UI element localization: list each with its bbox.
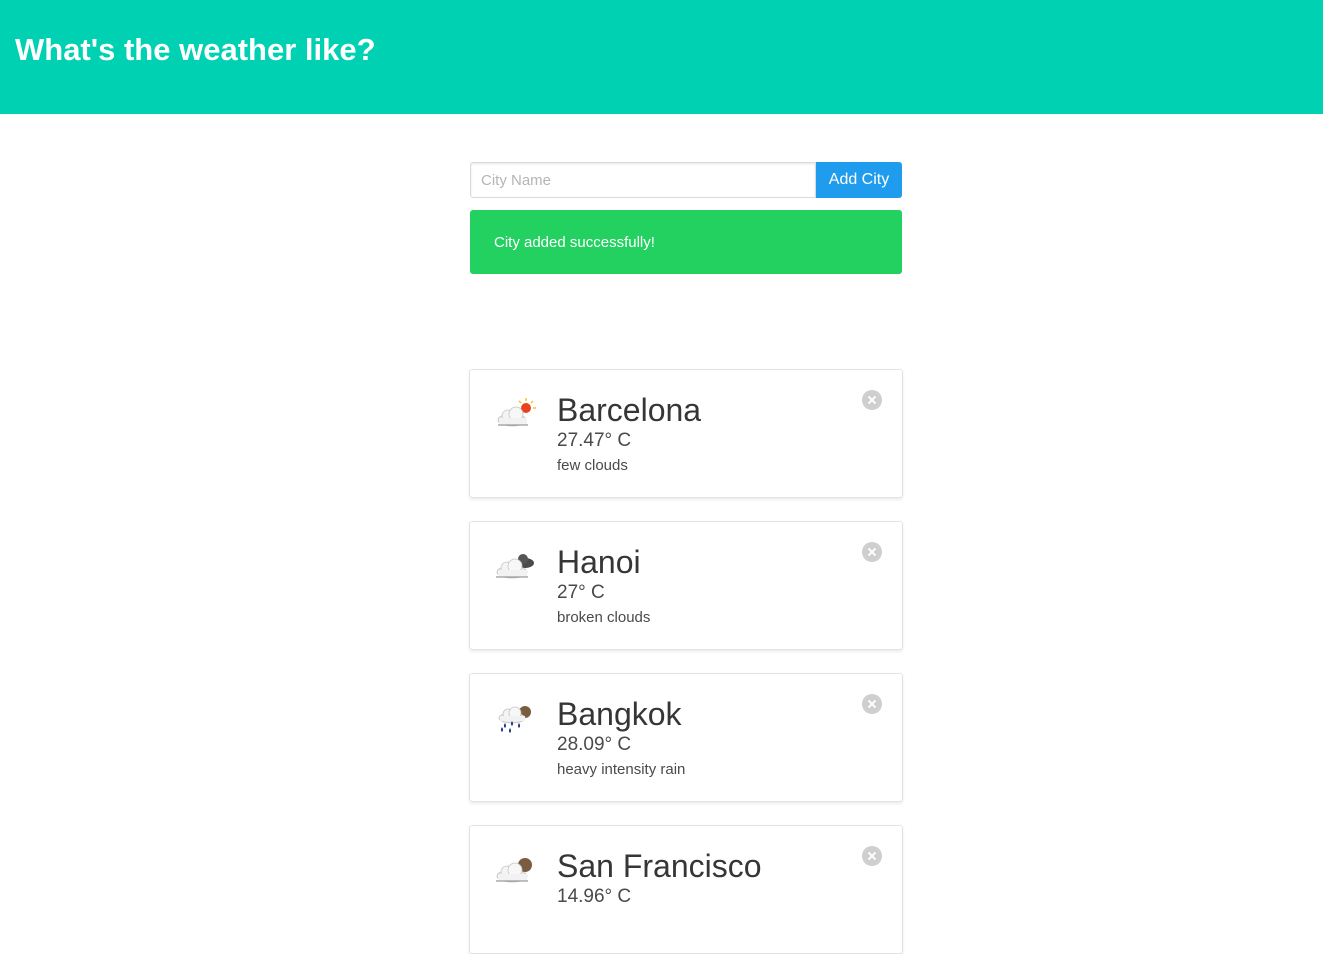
night-clouds-icon [496,858,532,883]
weather-description: heavy intensity rain [557,761,686,778]
city-name: San Francisco [557,848,762,884]
city-name: Bangkok [557,696,682,732]
city-temperature: 28.09° C [557,734,632,755]
city-name-input[interactable] [470,162,816,198]
add-city-form: Add City [470,162,902,198]
delete-city-button[interactable] [862,542,882,562]
page-title: What's the weather like? [15,32,376,67]
weather-description: broken clouds [557,609,651,626]
city-temperature: 14.96° C [557,886,632,907]
city-card-barcelona: Barcelona 27.47° C few clouds [469,369,903,498]
city-name: Hanoi [557,544,641,580]
city-temperature: 27.47° C [557,430,632,451]
city-card-hanoi: Hanoi 27° C broken clouds [469,521,903,650]
few-clouds-icon [497,398,536,427]
weather-description: few clouds [557,457,628,474]
delete-city-button[interactable] [862,846,882,866]
city-temperature: 27° C [557,582,605,603]
city-name: Barcelona [557,392,702,428]
heavy-rain-icon [498,706,531,733]
broken-clouds-icon [496,554,534,579]
header: What's the weather like? [0,0,1323,114]
delete-city-button[interactable] [862,390,882,410]
delete-city-button[interactable] [862,694,882,714]
city-card-bangkok: Bangkok 28.09° C heavy intensity rain [469,673,903,802]
add-city-button[interactable]: Add City [816,162,902,198]
city-card-san-francisco: San Francisco 14.96° C [469,825,903,954]
success-notification: City added successfully! [470,210,902,274]
